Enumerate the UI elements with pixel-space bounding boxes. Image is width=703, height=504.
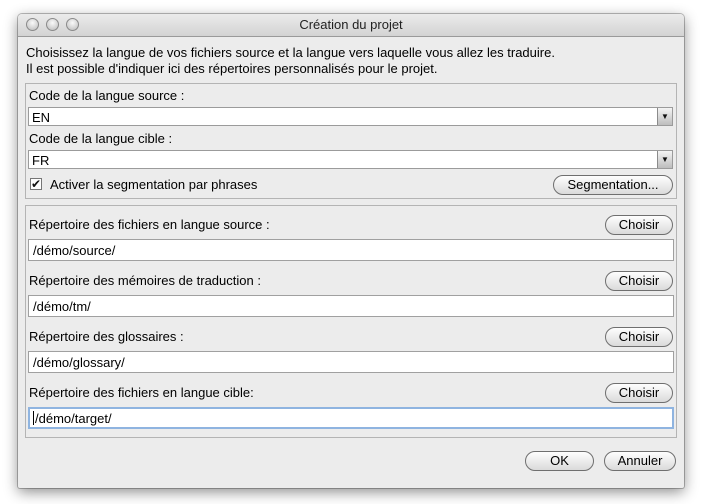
glossary-dir-label: Répertoire des glossaires : <box>29 329 184 344</box>
source-language-combo[interactable]: EN ▼ <box>28 107 673 126</box>
window-title: Création du projet <box>299 17 403 32</box>
intro-line-1: Choisissez la langue de vos fichiers sou… <box>26 45 555 60</box>
choose-source-dir-button[interactable]: Choisir <box>605 215 673 235</box>
segmentation-checkbox-label[interactable]: Activer la segmentation par phrases <box>50 177 257 192</box>
title-bar[interactable]: Création du projet <box>18 14 684 37</box>
tm-dir-label: Répertoire des mémoires de traduction : <box>29 273 261 288</box>
tm-dir-input[interactable]: /démo/tm/ <box>28 295 674 317</box>
tm-dir-value: /démo/tm/ <box>33 299 91 314</box>
intro-text: Choisissez la langue de vos fichiers sou… <box>26 45 555 77</box>
target-dir-input[interactable]: /démo/target/ <box>28 407 674 429</box>
intro-line-2: Il est possible d'indiquer ici des réper… <box>26 61 438 76</box>
text-caret <box>33 411 34 425</box>
target-dir-text: /démo/target/ <box>35 411 112 426</box>
language-panel: Code de la langue source : EN ▼ Code de … <box>25 83 677 199</box>
choose-glossary-dir-button[interactable]: Choisir <box>605 327 673 347</box>
target-dir-label: Répertoire des fichiers en langue cible: <box>29 385 254 400</box>
glossary-dir-value: /démo/glossary/ <box>33 355 125 370</box>
ok-button[interactable]: OK <box>525 451 594 471</box>
cancel-button[interactable]: Annuler <box>604 451 676 471</box>
source-dir-label: Répertoire des fichiers en langue source… <box>29 217 270 232</box>
target-language-value: FR <box>32 153 50 168</box>
chevron-down-icon[interactable]: ▼ <box>657 151 672 168</box>
source-dir-value: /démo/source/ <box>33 243 116 258</box>
segmentation-button[interactable]: Segmentation... <box>553 175 673 195</box>
segmentation-checkbox[interactable]: ✔ <box>30 178 42 190</box>
target-dir-value: /démo/target/ <box>33 411 112 426</box>
target-language-combo[interactable]: FR ▼ <box>28 150 673 169</box>
project-creation-dialog: Création du projet Choisissez la langue … <box>18 14 684 488</box>
choose-target-dir-button[interactable]: Choisir <box>605 383 673 403</box>
target-language-label: Code de la langue cible : <box>29 131 173 146</box>
source-language-value: EN <box>32 110 51 125</box>
source-dir-input[interactable]: /démo/source/ <box>28 239 674 261</box>
choose-tm-dir-button[interactable]: Choisir <box>605 271 673 291</box>
glossary-dir-input[interactable]: /démo/glossary/ <box>28 351 674 373</box>
checkmark-icon: ✔ <box>31 177 42 191</box>
source-language-label: Code de la langue source : <box>29 88 185 103</box>
chevron-down-icon[interactable]: ▼ <box>657 108 672 125</box>
directories-panel: Répertoire des fichiers en langue source… <box>25 205 677 438</box>
